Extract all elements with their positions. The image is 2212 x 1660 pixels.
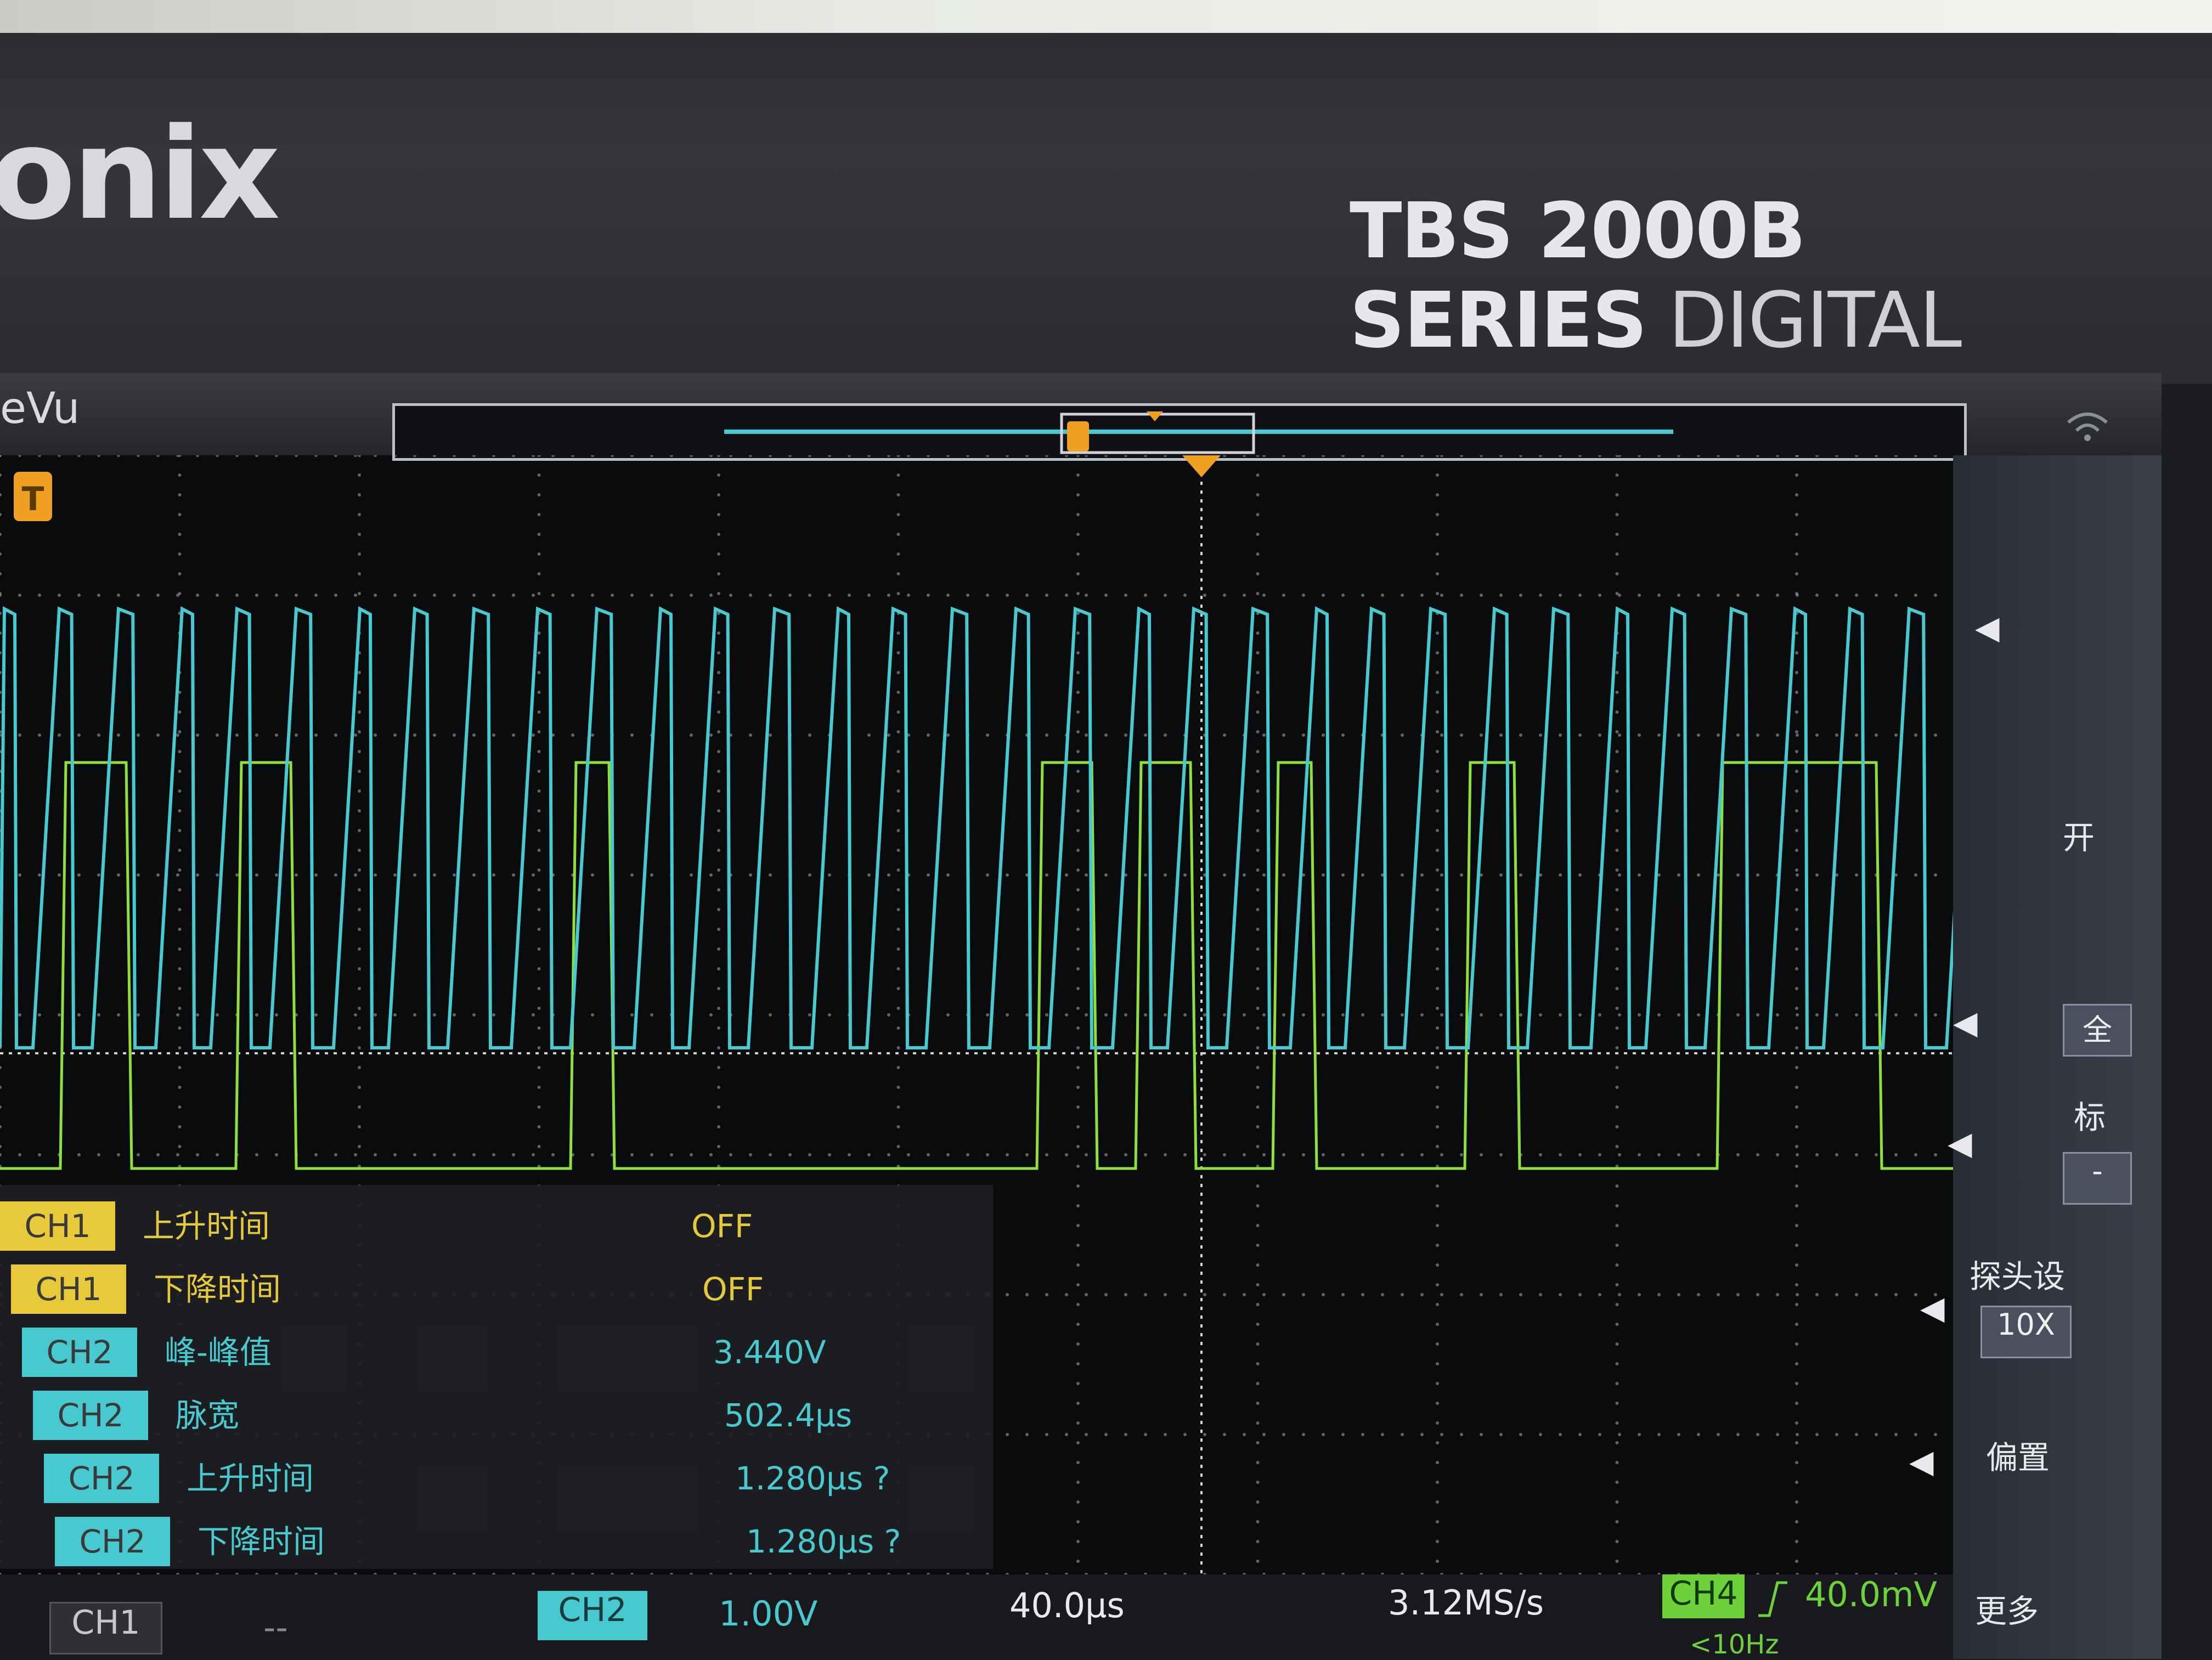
measurement-name: 脉宽 [176,1397,240,1434]
timebase[interactable]: 40.0µs [1009,1585,1125,1625]
wifi-icon [2067,413,2108,441]
measurement-row[interactable]: CH2 下降时间 1.280µs ? [0,1517,988,1572]
side-menu: ◀ 开 ◀ 全 标 ◀ - 探头设 ◀ 10X ◀ 偏置 ◀ 更多 [1898,455,2162,1659]
trigger-position-marker[interactable] [1182,455,1221,477]
overview-trigger-icon [1067,421,1089,451]
waveform-overview[interactable] [392,403,1967,461]
measurement-name: 上升时间 [143,1207,270,1245]
measurement-name: 上升时间 [187,1460,314,1497]
measurement-row[interactable]: CH1 上升时间 OFF [0,1201,988,1256]
measurement-value: 3.440V [713,1334,826,1371]
offset-button[interactable]: 偏置 [1986,1432,2050,1478]
model-suffix: DIGITAL [1668,276,1962,365]
screen-top-bar: eVu [0,373,2162,461]
overview-position-marker [1147,411,1163,421]
trigger-marker-left: T [14,472,52,521]
measurement-channel-tag: CH2 [44,1454,159,1503]
measurement-value: 502.4µs [724,1397,853,1434]
measurement-channel-tag: CH1 [0,1201,115,1251]
ch1-scale: -- [263,1607,288,1647]
ch1-status-tag[interactable]: CH1 [49,1602,162,1655]
oscilloscope-bezel: onix TBS 2000B SERIES DIGITAL [0,0,2212,384]
side-arrow-icon[interactable]: ◀ [1920,1289,1945,1326]
measurement-name: 下降时间 [198,1523,325,1560]
trigger-level[interactable]: 40.0mV [1805,1574,1937,1614]
model-label: TBS 2000B SERIES DIGITAL [1350,187,2212,365]
measurement-channel-tag: CH2 [33,1391,148,1440]
side-menu-mark-value[interactable]: - [2063,1152,2132,1205]
trigger-source-tag[interactable]: CH4 [1662,1574,1745,1618]
background-strip [0,0,2212,33]
measurement-value: 1.280µs ? [735,1460,890,1497]
measurement-name: 下降时间 [154,1271,281,1308]
brand-logo: onix [0,101,280,248]
ch2-scale: 1.00V [719,1594,818,1634]
side-arrow-icon[interactable]: ◀ [1909,1443,1934,1480]
measurement-channel-tag: CH2 [55,1517,170,1566]
rising-edge-icon [1758,1581,1787,1617]
overview-svg [724,411,1673,454]
measurement-row[interactable]: CH1 下降时间 OFF [0,1264,988,1319]
side-menu-mark[interactable]: 标 [2074,1092,2106,1138]
measurement-panel: CH1 上升时间 OFF CH1 下降时间 OFF CH2 峰-峰值 3.440V CH2 脉宽 50… [0,1185,993,1569]
status-bar: CH1 -- CH2 1.00V 40.0µs 3.12MS/s CH4 40.… [0,1574,1953,1660]
sample-rate: 3.12MS/s [1388,1583,1544,1623]
side-arrow-icon[interactable]: ◀ [1948,1125,1972,1162]
measurement-value: OFF [702,1271,764,1308]
scope-screen: eVu T CH1 上升时间 OFF CH1 下降时间 OFF CH2 峰-峰值 3.440V C… [0,373,2162,1660]
side-menu-open[interactable]: 开 [2063,812,2095,858]
probe-setting-label[interactable]: 探头设 [1970,1251,2145,1297]
ch2-waveform [0,606,2120,1049]
measurement-row[interactable]: CH2 上升时间 1.280µs ? [0,1454,988,1509]
ch2-status-tag[interactable]: CH2 [538,1591,647,1640]
measurement-value: 1.280µs ? [746,1523,901,1560]
measurement-channel-tag: CH2 [22,1328,137,1377]
probe-value[interactable]: 10X [1980,1306,2072,1358]
trigger-marker-letter: T [22,480,44,518]
side-arrow-icon[interactable]: ◀ [1953,1004,1978,1041]
measurement-value: OFF [691,1207,753,1245]
more-button[interactable]: 更多 [1975,1585,2039,1631]
wavevu-label: eVu [0,384,80,433]
measurement-channel-tag: CH1 [11,1264,126,1314]
measurement-row[interactable]: CH2 峰-峰值 3.440V [0,1328,988,1382]
frequency-readout: <10Hz [1690,1629,1779,1660]
measurement-row[interactable]: CH2 脉宽 502.4µs [0,1391,988,1446]
side-menu-all[interactable]: 全 [2063,1004,2132,1057]
side-arrow-icon[interactable]: ◀ [1975,609,2000,646]
measurement-name: 峰-峰值 [165,1334,272,1371]
